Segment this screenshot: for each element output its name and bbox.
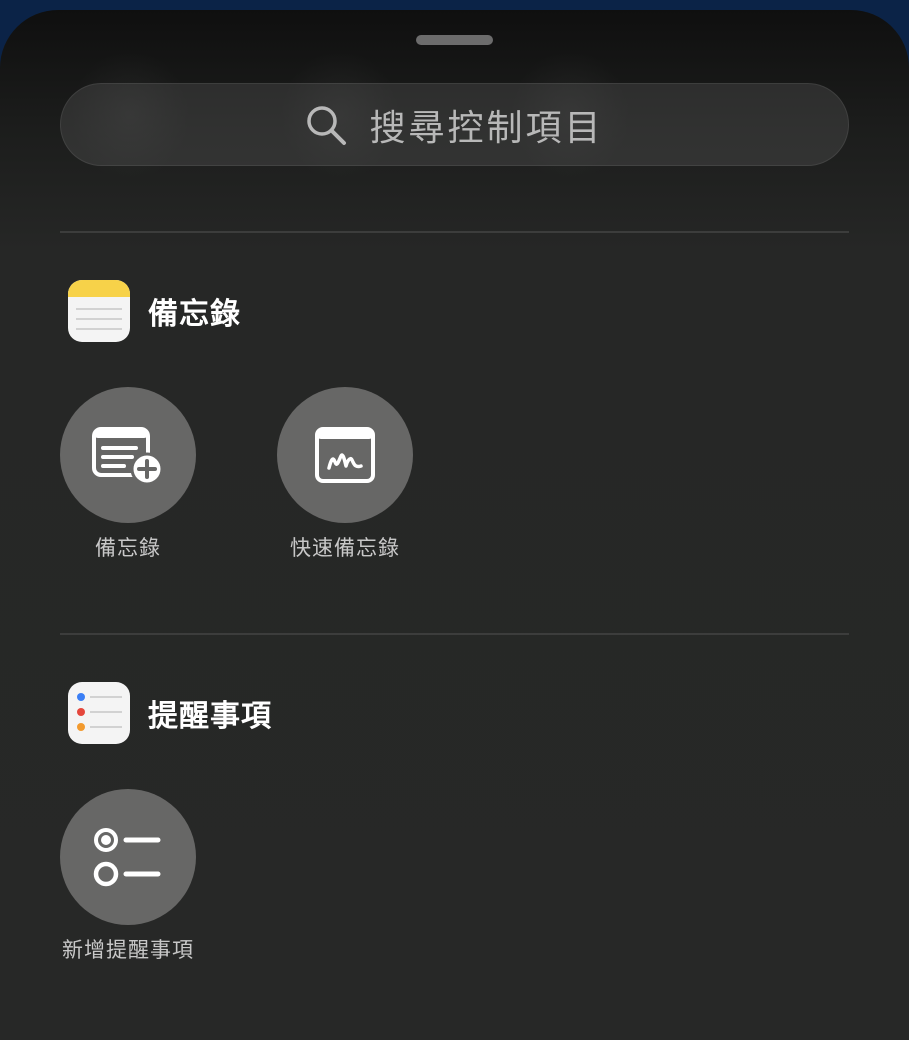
new-note-icon: [92, 427, 164, 486]
search-field[interactable]: 搜尋控制項目: [60, 83, 849, 166]
section-divider: [60, 231, 849, 233]
notes-section-header: 備忘錄: [68, 280, 241, 342]
new-reminder-icon: [93, 828, 161, 887]
notes-app-icon: [68, 280, 130, 342]
control-label-quick-note: 快速備忘錄: [290, 536, 400, 560]
search-placeholder: 搜尋控制項目: [369, 107, 604, 149]
control-label-new-note: 備忘錄: [95, 536, 161, 560]
sheet-grabber[interactable]: [416, 35, 493, 45]
quick-note-icon: [315, 427, 375, 483]
new-note-button[interactable]: [60, 387, 196, 523]
control-label-new-reminder: 新增提醒事項: [62, 938, 194, 962]
quick-note-button[interactable]: [277, 387, 413, 523]
reminders-app-icon: [68, 682, 130, 744]
new-reminder-button[interactable]: [60, 789, 196, 925]
reminders-section-header: 提醒事項: [68, 682, 272, 744]
search-icon: [307, 105, 347, 145]
section-divider: [60, 633, 849, 635]
section-title-notes: 備忘錄: [148, 297, 241, 332]
section-title-reminders: 提醒事項: [148, 699, 272, 734]
